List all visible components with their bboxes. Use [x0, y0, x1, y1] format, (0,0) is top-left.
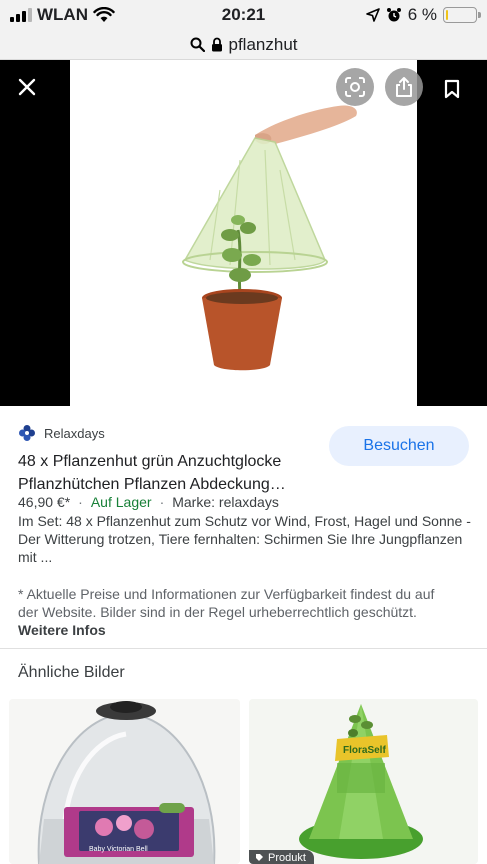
- similar-image-1[interactable]: Baby Victorian Bell: [9, 699, 240, 864]
- close-button[interactable]: [12, 72, 42, 102]
- relaxdays-logo-icon: [19, 425, 35, 441]
- title-line-2: Pflanzhütchen Pflanzen Abdeckung…: [18, 476, 286, 493]
- bell-cloche-image: Baby Victorian Bell: [9, 699, 240, 864]
- separator-dot: ·: [78, 494, 83, 510]
- product-image[interactable]: [70, 60, 417, 406]
- lens-icon: [345, 77, 365, 97]
- lock-icon: [211, 37, 222, 52]
- search-icon: [190, 37, 205, 52]
- url-text: pflanzhut: [228, 34, 298, 54]
- location-arrow-icon: [365, 8, 380, 22]
- thumb2-brand-text: FloraSelf: [343, 745, 386, 756]
- visit-button[interactable]: Besuchen: [329, 426, 469, 466]
- similar-images-heading: Ähnliche Bilder: [18, 664, 125, 681]
- status-right: 6 %: [365, 5, 481, 25]
- product-chip: Produkt: [249, 850, 314, 864]
- bookmark-icon: [444, 79, 460, 99]
- share-button[interactable]: [385, 68, 423, 106]
- stock-status: Auf Lager: [90, 494, 152, 510]
- separator-dot: ·: [159, 494, 165, 510]
- image-viewer: [0, 60, 487, 406]
- url-bar[interactable]: pflanzhut: [0, 30, 487, 60]
- product-meta: 46,90 €* · Auf Lager · Marke: relaxdays: [18, 494, 279, 510]
- notice-text: * Aktuelle Preise und Informationen zur …: [18, 586, 435, 620]
- product-chip-label: Produkt: [268, 851, 306, 864]
- tag-icon: [256, 854, 263, 861]
- close-icon: [18, 78, 36, 96]
- product-description: Im Set: 48 x Pflanzenhut zum Schutz vor …: [18, 513, 471, 565]
- share-icon: [396, 77, 412, 97]
- source-site[interactable]: Relaxdays: [18, 424, 105, 442]
- bookmark-button[interactable]: [437, 74, 467, 104]
- plant-cover-photo: [70, 60, 417, 406]
- battery-percent: 6 %: [407, 5, 437, 24]
- price: 46,90 €*: [18, 494, 71, 510]
- alarm-icon: [386, 8, 401, 22]
- result-title[interactable]: 48 x Pflanzenhut grün Anzuchtglocke Pfla…: [18, 450, 318, 496]
- title-line-1: 48 x Pflanzenhut grün Anzuchtglocke: [18, 453, 282, 470]
- brand: Marke: relaxdays: [172, 494, 279, 510]
- source-name: Relaxdays: [44, 425, 105, 441]
- similar-image-2[interactable]: FloraSelf Produkt: [249, 699, 478, 864]
- thumb1-brand-text: Baby Victorian Bell: [89, 846, 148, 853]
- battery-icon: [443, 7, 481, 23]
- cone-cover-image: FloraSelf: [249, 699, 478, 864]
- divider: [0, 648, 487, 649]
- lens-button[interactable]: [336, 68, 374, 106]
- status-bar: WLAN 20:21 6 %: [0, 0, 487, 30]
- more-info-link[interactable]: Weitere Infos: [18, 622, 106, 638]
- copyright-notice: * Aktuelle Preise und Informationen zur …: [18, 585, 458, 639]
